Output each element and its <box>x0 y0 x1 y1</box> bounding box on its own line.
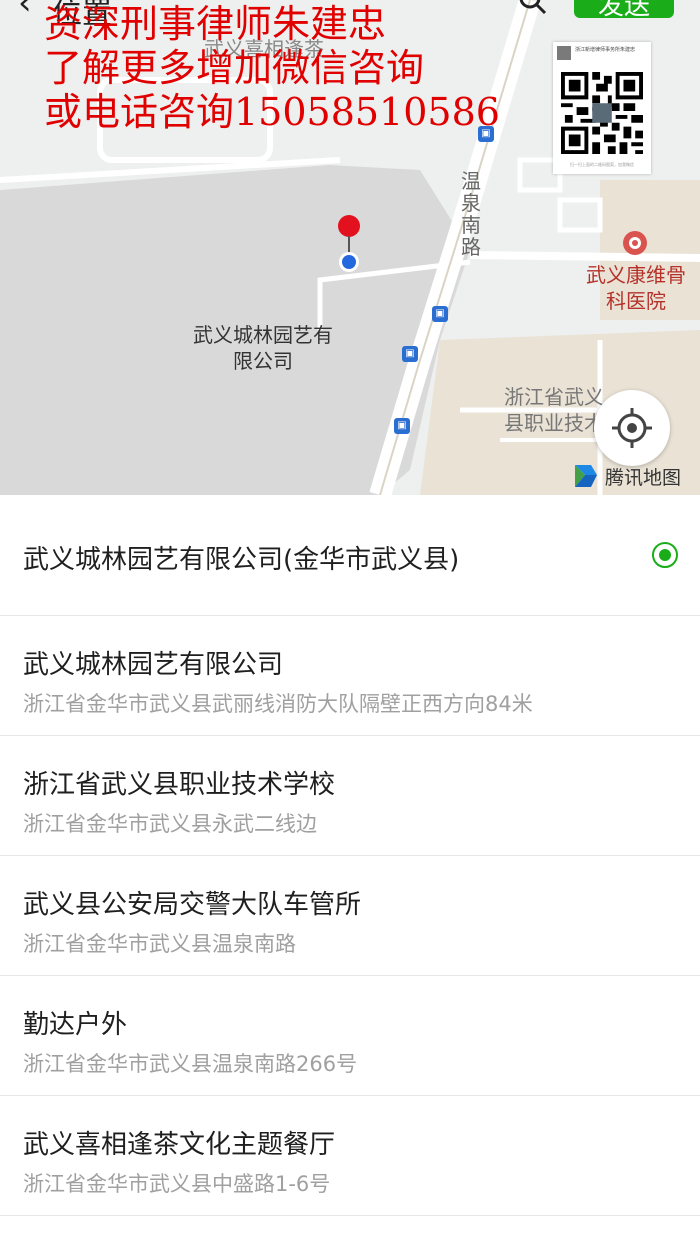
bus-stop-icon: ▣ <box>394 418 410 434</box>
list-item[interactable]: 武义城林园艺有限公司(金华市武义县) <box>0 495 700 616</box>
location-pin-icon <box>338 215 360 272</box>
avatar <box>557 46 571 60</box>
list-item[interactable]: 浙江省武义县职业技术学校 浙江省金华市武义县永武二线边 <box>0 736 700 856</box>
list-item[interactable]: 武义县公安局交警大队车管所 浙江省金华市武义县温泉南路 <box>0 856 700 976</box>
poi-name: 武义县公安局交警大队车管所 <box>23 890 362 920</box>
send-button[interactable]: 发送 <box>574 0 674 18</box>
poi-address: 浙江省金华市武义县武丽线消防大队隔壁正西方向84米 <box>23 692 533 716</box>
list-item[interactable]: 武义城林园艺有限公司 浙江省金华市武义县武丽线消防大队隔壁正西方向84米 <box>0 616 700 736</box>
map-view[interactable]: ▣ ▣ ▣ ▣ 温泉南路 武义喜相逢茶 武义城林园艺有限公司 武义康维骨科医院 … <box>0 0 700 495</box>
overlay-line: 或电话咨询15058510586 <box>44 90 500 134</box>
bus-stop-icon: ▣ <box>432 306 448 322</box>
qr-card-name: 浙江新增律师事务所朱建忠 <box>575 47 636 53</box>
poi-name: 浙江省武义县职业技术学校 <box>23 770 336 800</box>
back-arrow-icon[interactable]: ‹ <box>18 0 32 20</box>
poi-address: 浙江省金华市武义县中盛路1-6号 <box>23 1172 331 1196</box>
watermark-overlay: 资深刑事律师朱建忠 了解更多增加微信咨询 或电话咨询15058510586 <box>44 2 500 134</box>
poi-list: 武义城林园艺有限公司(金华市武义县) 武义城林园艺有限公司 浙江省金华市武义县武… <box>0 495 700 1216</box>
poi-address: 浙江省金华市武义县永武二线边 <box>23 812 317 836</box>
poi-name: 武义城林园艺有限公司 <box>23 650 284 680</box>
search-icon[interactable] <box>518 0 548 18</box>
poi-address: 浙江省金华市武义县温泉南路 <box>23 932 296 956</box>
qr-code-image <box>561 72 643 154</box>
list-item[interactable]: 武义喜相逢茶文化主题餐厅 浙江省金华市武义县中盛路1-6号 <box>0 1096 700 1216</box>
qr-card-footer: 扫一扫上面的二维码图案，加我微信 <box>570 162 634 167</box>
crosshair-icon <box>612 408 652 448</box>
locate-me-button[interactable] <box>594 390 670 466</box>
overlay-line: 资深刑事律师朱建忠 <box>44 2 387 46</box>
hospital-label: 武义康维骨科医院 <box>586 263 686 313</box>
map-provider-name: 腾讯地图 <box>605 466 682 489</box>
selected-check-icon <box>652 542 678 568</box>
bus-stop-icon: ▣ <box>402 346 418 362</box>
poi-name: 武义城林园艺有限公司(金华市武义县) <box>23 545 460 575</box>
company-label: 武义城林园艺有限公司 <box>193 323 333 373</box>
tencent-map-icon <box>575 465 597 487</box>
hospital-icon <box>623 231 647 255</box>
qr-code-card: 浙江新增律师事务所朱建忠 扫一扫上面的二维码图案，加我微信 <box>553 42 651 174</box>
list-item[interactable]: 勤达户外 浙江省金华市武义县温泉南路266号 <box>0 976 700 1096</box>
poi-name: 武义喜相逢茶文化主题餐厅 <box>23 1130 336 1160</box>
overlay-line: 了解更多增加微信咨询 <box>44 46 425 90</box>
poi-address: 浙江省金华市武义县温泉南路266号 <box>23 1052 358 1076</box>
map-provider-logo: 腾讯地图 <box>571 460 681 492</box>
poi-name: 勤达户外 <box>23 1010 128 1040</box>
road-label: 温泉南路 <box>461 169 481 259</box>
